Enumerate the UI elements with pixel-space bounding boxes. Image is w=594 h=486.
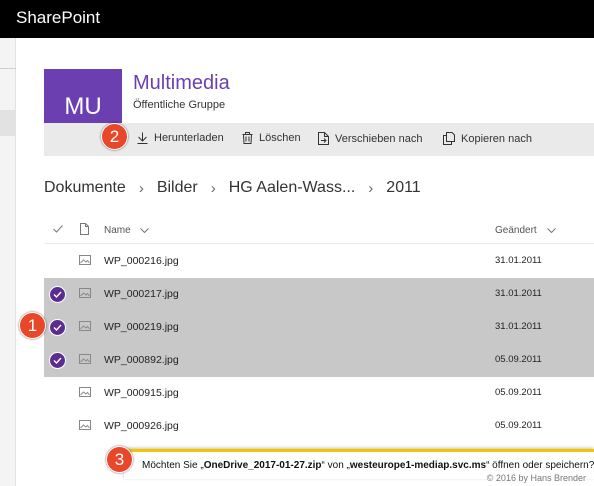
download-prompt: Möchten Sie „OneDrive_2017-01-27.zip“ vo… [142, 460, 594, 471]
suite-bar: SharePoint [0, 0, 594, 38]
image-file-icon [79, 354, 91, 364]
annotation-badge-2: 2 [101, 123, 128, 150]
column-header-name[interactable]: Name [104, 225, 131, 236]
download-prompt-suffix: “ öffnen oder speichern? [486, 460, 594, 471]
table-row[interactable]: WP_000892.jpg 05.09.2011 [44, 344, 594, 377]
nav-selected-item[interactable] [0, 110, 16, 136]
file-name-link[interactable]: WP_000892.jpg [104, 354, 179, 366]
app-title[interactable]: SharePoint [16, 8, 100, 28]
image-file-icon [79, 255, 91, 265]
chevron-down-icon[interactable] [140, 228, 149, 233]
download-file-name: OneDrive_2017-01-27.zip [203, 460, 322, 471]
file-modified-date: 31.01.2011 [495, 321, 542, 332]
select-all-checkmark-icon[interactable] [53, 225, 63, 233]
breadcrumb-item[interactable]: Dokumente [44, 179, 126, 197]
delete-label: Löschen [259, 132, 301, 144]
file-name-link[interactable]: WP_000219.jpg [104, 321, 179, 333]
download-label: Herunterladen [154, 132, 224, 144]
chevron-right-icon: › [368, 179, 374, 197]
site-initials: MU [64, 93, 102, 120]
row-selected-check-icon[interactable] [49, 352, 66, 369]
table-row[interactable]: WP_000217.jpg 31.01.2011 [44, 278, 594, 311]
move-to-icon [318, 132, 329, 145]
chevron-right-icon: › [210, 179, 216, 197]
breadcrumb: Dokumente › Bilder › HG Aalen-Wass... › … [44, 179, 421, 197]
file-name-link[interactable]: WP_000915.jpg [104, 387, 179, 399]
image-file-icon [79, 321, 91, 331]
table-row[interactable]: WP_000216.jpg 31.01.2011 [44, 245, 594, 278]
file-name-link[interactable]: WP_000217.jpg [104, 288, 179, 300]
site-subtitle: Öffentliche Gruppe [133, 99, 226, 111]
column-header-row: Name Geändert [44, 218, 594, 244]
breadcrumb-item[interactable]: Bilder [157, 179, 198, 197]
nav-divider [0, 68, 16, 69]
download-prompt-prefix: Möchten Sie „ [142, 460, 204, 471]
trash-icon [242, 132, 253, 144]
breadcrumb-item[interactable]: HG Aalen-Wass... [229, 179, 356, 197]
delete-button[interactable]: Löschen [242, 132, 301, 144]
file-modified-date: 31.01.2011 [495, 288, 542, 299]
chevron-down-icon[interactable] [547, 228, 556, 233]
image-file-icon [79, 288, 91, 298]
site-title[interactable]: Multimedia [133, 72, 230, 95]
copy-to-icon [443, 132, 455, 145]
chevron-right-icon: › [138, 179, 144, 197]
file-modified-date: 05.09.2011 [495, 387, 542, 398]
table-row[interactable]: WP_000915.jpg 05.09.2011 [44, 377, 594, 410]
column-header-modified[interactable]: Geändert [495, 225, 537, 236]
download-icon [137, 132, 148, 144]
file-name-link[interactable]: WP_000926.jpg [104, 420, 179, 432]
file-type-icon[interactable] [80, 223, 89, 235]
table-row[interactable]: WP_000926.jpg 05.09.2011 [44, 410, 594, 443]
row-selected-check-icon[interactable] [49, 286, 66, 303]
image-file-icon [79, 420, 91, 430]
download-prompt-middle: “ von „ [321, 460, 350, 471]
move-to-button[interactable]: Verschieben nach [318, 132, 422, 145]
copy-to-button[interactable]: Kopieren nach [443, 132, 532, 145]
file-modified-date: 31.01.2011 [495, 255, 542, 266]
download-host: westeurope1-mediap.svc.ms [349, 460, 487, 471]
copy-to-label: Kopieren nach [461, 132, 532, 145]
move-to-label: Verschieben nach [335, 132, 423, 145]
annotation-badge-3: 3 [106, 446, 133, 473]
download-button[interactable]: Herunterladen [137, 132, 224, 144]
file-name-link[interactable]: WP_000216.jpg [104, 255, 179, 267]
row-selected-check-icon[interactable] [49, 319, 66, 336]
breadcrumb-current: 2011 [386, 179, 421, 196]
file-modified-date: 05.09.2011 [495, 420, 542, 431]
copyright-watermark: © 2016 by Hans Brender [486, 473, 586, 483]
table-row[interactable]: WP_000219.jpg 31.01.2011 [44, 311, 594, 344]
image-file-icon [79, 387, 91, 397]
left-navigation [0, 38, 16, 486]
annotation-badge-1: 1 [19, 312, 46, 339]
file-modified-date: 05.09.2011 [495, 354, 542, 365]
